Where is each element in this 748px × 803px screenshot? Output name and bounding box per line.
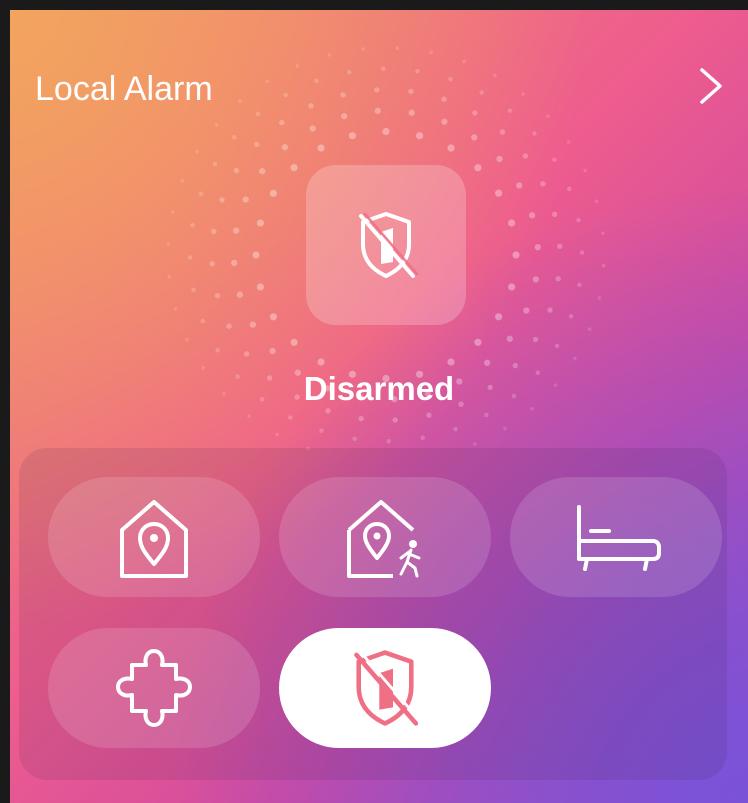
mode-selector-panel [19,448,727,780]
local-alarm-card: Local Alarm Disarmed [10,10,748,803]
shield-disarmed-icon [359,212,419,278]
away-mode-button[interactable] [279,477,491,597]
home-mode-button[interactable] [48,477,260,597]
house-pin-walking-icon [347,500,421,578]
bed-icon [577,505,661,571]
status-icon-tile [306,165,466,325]
shield-disarmed-icon [354,650,422,726]
disarm-mode-button[interactable] [279,628,491,748]
puzzle-icon [116,649,192,727]
alarm-status-text: Disarmed [303,370,455,407]
chevron-right-icon[interactable] [696,64,726,108]
house-pin-icon [120,500,188,578]
card-title: Local Alarm [35,70,213,108]
custom-mode-button[interactable] [48,628,260,748]
sleep-mode-button[interactable] [510,477,722,597]
